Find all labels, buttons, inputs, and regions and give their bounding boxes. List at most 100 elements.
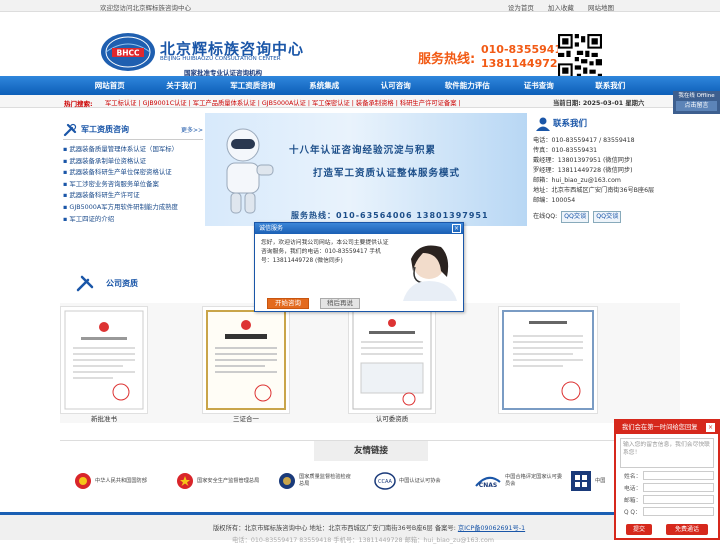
- footer-info: 版权所有：北京市辉标族咨询中心 地址：北京市西城区广安门南街36号B座6层 备案…: [213, 525, 458, 532]
- consulting-list: 武器装备质量管理体系认证（国军标） 武器装备承制单位资格认证 武器装备科研生产单…: [63, 144, 203, 225]
- icp-link[interactable]: 京ICP备09062691号-1: [458, 525, 525, 532]
- set-homepage-link[interactable]: 设为首页: [508, 4, 534, 12]
- banner-subheadline: 打造军工资质认证整体服务模式: [313, 168, 461, 179]
- certificate-image[interactable]: [498, 306, 598, 414]
- message-widget-title: 我们会在第一时间给您回复: [622, 424, 698, 431]
- message-textarea[interactable]: 输入您的留言信息，我们会尽快联系您！: [620, 438, 714, 468]
- link-ministry-of-defense[interactable]: 中华人民共和国国防部: [74, 466, 147, 496]
- list-item[interactable]: 武器装备承制单位资格认证: [63, 156, 203, 168]
- list-item[interactable]: 武器装备质量管理体系认证（国军标）: [63, 144, 203, 156]
- submit-button[interactable]: 提交: [626, 524, 652, 535]
- link-safety-administration[interactable]: 国家安全生产监督管理总局: [176, 466, 267, 496]
- certificate-caption: 认可委资质: [375, 415, 409, 423]
- hot-search-label: 热门搜索:: [64, 100, 93, 108]
- nav-certificate-query[interactable]: 证书查询: [503, 76, 575, 95]
- email-input[interactable]: [643, 495, 714, 504]
- nav-software-assessment[interactable]: 软件能力评估: [432, 76, 504, 95]
- certificate-image[interactable]: [348, 306, 436, 414]
- hotline-label: 服务热线:: [418, 52, 476, 67]
- contact-phone: 电话：010-83559417 / 83559418: [533, 137, 635, 144]
- message-widget: 我们会在第一时间给您回复 × 输入您的留言信息，我们会尽快联系您！ 姓名： 电话…: [614, 419, 720, 540]
- contact-manager-dai: 戴经理：13801397951 (微信同步): [533, 157, 633, 164]
- qq-label: Q Q：: [624, 510, 641, 516]
- hero-banner[interactable]: 十八年认证咨询经验沉淀与积累 打造军工资质认证整体服务模式 服务热线：010-6…: [205, 113, 527, 226]
- qq-field: Q Q：: [624, 507, 714, 516]
- online-chat-widget: 我在线 Offline 点击留言: [673, 91, 720, 114]
- name-input[interactable]: [643, 471, 714, 480]
- contact-zipcode: 邮编：100054: [533, 197, 576, 204]
- list-item[interactable]: 军工涉密业务咨询服务单位备案: [63, 179, 203, 191]
- nav-system-integration[interactable]: 系统集成: [289, 76, 361, 95]
- name-label: 姓名：: [624, 474, 642, 480]
- accreditation-certificate-icon: [352, 310, 432, 410]
- top-links: 设为首页 加入收藏 网站地图: [496, 2, 614, 12]
- certificate-image[interactable]: [202, 306, 290, 414]
- emblem-icon: [177, 473, 193, 489]
- header: BHCC 北京辉标族咨询中心 BEIJING HUIBIAOZU CONSULT…: [0, 12, 720, 78]
- qq-chat-button[interactable]: QQ交谈: [561, 211, 590, 223]
- list-item[interactable]: 武器装备科研生产许可证: [63, 190, 203, 202]
- nav-home[interactable]: 网站首页: [74, 76, 146, 95]
- user-icon: [536, 117, 550, 131]
- link-china[interactable]: 中国: [570, 466, 605, 496]
- hotline-phone-2: 13811449728: [481, 57, 566, 70]
- popup-message: 您好，欢迎访问我公司网站，本公司主要提供认证咨询服务，我们的电话：010-835…: [261, 240, 389, 264]
- link-text: 国家安全生产监督管理总局: [197, 477, 260, 484]
- leave-message-button[interactable]: 点击留言: [676, 101, 717, 111]
- certificate-image[interactable]: [60, 306, 148, 414]
- banner-headline: 十八年认证咨询经验沉淀与积累: [289, 145, 437, 156]
- close-icon[interactable]: ×: [706, 423, 715, 432]
- tools-icon: [76, 275, 94, 292]
- message-actions: 提交 免费通话: [622, 524, 712, 535]
- email-label: 邮箱：: [624, 498, 642, 504]
- online-qq-row: 在线QQ: QQ交谈 QQ交谈: [533, 211, 683, 223]
- current-date: 当前日期: 2025-03-01 星期六: [553, 100, 645, 107]
- email-field: 邮箱：: [624, 495, 714, 504]
- welcome-text: 欢迎您访问北京辉标族咨询中心: [100, 4, 191, 12]
- phone-input[interactable]: [643, 483, 714, 492]
- hot-search-keywords[interactable]: 军工标认证 | GJB9001C认证 | 军工产品质量体系认证 | GJB500…: [105, 98, 461, 107]
- free-call-button[interactable]: 免费通话: [666, 524, 708, 535]
- nav-contact[interactable]: 联系我们: [575, 76, 647, 95]
- nav-about[interactable]: 关于我们: [146, 76, 218, 95]
- friend-links-title: 友情链接: [314, 441, 428, 461]
- close-icon[interactable]: ×: [452, 224, 461, 233]
- company-english-name: BEIJING HUIBIAOZU CONSULTATION CENTER: [160, 56, 281, 62]
- add-favorite-link[interactable]: 加入收藏: [548, 4, 574, 12]
- later-button[interactable]: 稍后再说: [320, 298, 360, 309]
- qr-code-icon: [558, 34, 602, 78]
- hot-search-bar: 热门搜索: 军工标认证 | GJB9001C认证 | 军工产品质量体系认证 | …: [0, 95, 720, 108]
- qq-chat-button[interactable]: QQ交谈: [593, 211, 622, 223]
- link-text: 中国认证认可协会: [399, 477, 441, 484]
- contact-title: 联系我们: [553, 119, 588, 129]
- online-status: 我在线 Offline: [678, 93, 715, 99]
- friend-links-header: 友情链接: [60, 440, 680, 461]
- start-consultation-button[interactable]: 开始咨询: [267, 298, 309, 309]
- online-qq-label: 在线QQ:: [533, 213, 558, 220]
- list-item[interactable]: 武器装备科研生产单位保密资格认证: [63, 167, 203, 179]
- list-item[interactable]: 军工四证的介绍: [63, 214, 203, 226]
- list-item[interactable]: GJB5000A军方用软件研制能力成熟度: [63, 202, 203, 214]
- contact-address: 地址：北京市西城区广安门南街36号B座6层: [533, 187, 655, 194]
- message-widget-header: 我们会在第一时间给您回复 ×: [616, 421, 718, 434]
- tools-icon: [63, 123, 77, 136]
- sitemap-link[interactable]: 网站地图: [588, 4, 614, 12]
- section-header: 军工资质咨询 更多>>: [63, 120, 203, 140]
- nav-military-consulting[interactable]: 军工资质咨询: [217, 76, 289, 95]
- section-title: 军工资质咨询: [81, 125, 129, 134]
- svg-text:CCAA: CCAA: [378, 479, 393, 485]
- link-text: 中华人民共和国国防部: [95, 477, 147, 484]
- qq-input[interactable]: [642, 507, 714, 516]
- hotline-phone-1: 010-83559418: [481, 43, 570, 56]
- contact-email[interactable]: 邮箱：hui_biao_zu@163.com: [533, 176, 683, 186]
- certificate-document-icon: [64, 310, 144, 410]
- company-logo[interactable]: BHCC: [100, 32, 156, 72]
- more-link[interactable]: 更多>>: [181, 125, 203, 134]
- certs-title: 公司资质: [106, 279, 138, 288]
- nav-accreditation[interactable]: 认可咨询: [360, 76, 432, 95]
- link-ccaa[interactable]: CCAA 中国认证认可协会: [374, 466, 441, 496]
- ccaa-logo-icon: CCAA: [374, 472, 396, 490]
- footer-copyright: 版权所有：北京市辉标族咨询中心 地址：北京市西城区广安门南街36号B座6层 备案…: [213, 523, 525, 532]
- link-cnas[interactable]: CNAS 中国合格评定国家认可委员会: [474, 466, 563, 496]
- link-quality-inspection[interactable]: 国家质量监督检验检疫总局: [278, 466, 351, 496]
